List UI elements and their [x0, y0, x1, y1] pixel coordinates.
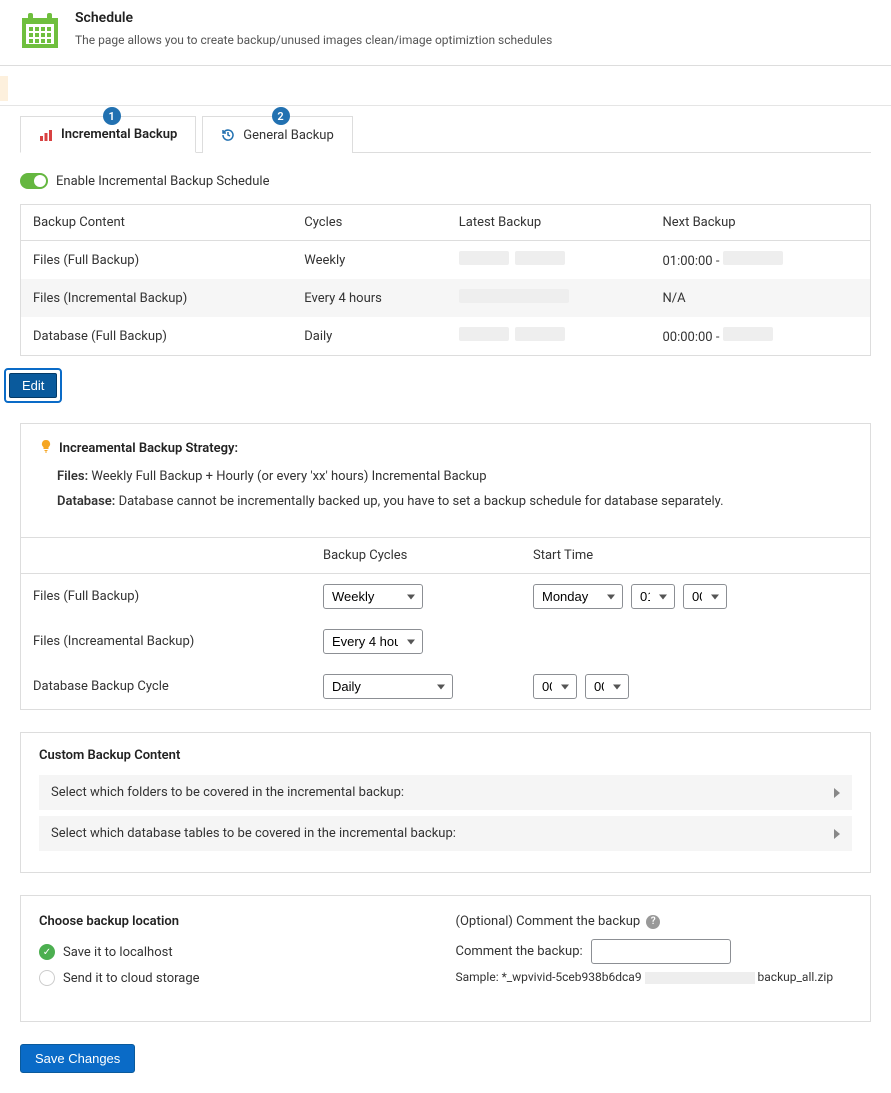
custom-title: Custom Backup Content	[39, 748, 852, 763]
comment-header: (Optional) Comment the backup ?	[456, 914, 853, 929]
backup-location-box: Choose backup location Save it to localh…	[20, 895, 871, 1022]
page-title: Schedule	[75, 10, 552, 26]
comment-label: Comment the backup:	[456, 944, 583, 959]
edit-button[interactable]: Edit	[9, 373, 57, 398]
radio-label: Send it to cloud storage	[63, 971, 200, 986]
comment-input[interactable]	[591, 939, 731, 964]
table-row: Files (Incremental Backup) Every 4 hours…	[21, 279, 871, 317]
radio-unselected-icon	[39, 970, 55, 986]
expand-label: Select which database tables to be cover…	[51, 826, 456, 841]
chevron-right-icon	[834, 829, 840, 839]
radio-selected-icon	[39, 944, 55, 960]
table-row: Database (Full Backup) Daily 00:00:00 -	[21, 317, 871, 356]
expand-folders[interactable]: Select which folders to be covered in th…	[39, 775, 852, 810]
col-latest: Latest Backup	[447, 205, 651, 241]
cell-content: Files (Full Backup)	[21, 241, 293, 280]
cell-next: 01:00:00 -	[650, 241, 870, 280]
radio-cloud[interactable]: Send it to cloud storage	[39, 970, 436, 986]
sample-text: Sample: *_wpvivid-5ceb938b6dca9 backup_a…	[456, 970, 853, 984]
strategy-box: Increamental Backup Strategy: Files: Wee…	[20, 423, 871, 538]
cell-content: Database (Full Backup)	[21, 317, 293, 356]
page-description: The page allows you to create backup/unu…	[75, 32, 552, 49]
files-inc-cycle-select[interactable]: Every 4 hours	[323, 629, 423, 654]
lightbulb-icon	[39, 439, 53, 457]
help-icon[interactable]: ?	[646, 915, 660, 929]
tab-bar: 1 Incremental Backup 2 General Backup	[20, 116, 871, 153]
cell-cycles: Every 4 hours	[292, 279, 447, 317]
tab-badge: 1	[103, 107, 121, 125]
files-full-minute-select[interactable]: 00	[683, 584, 727, 609]
chevron-right-icon	[834, 788, 840, 798]
col-next: Next Backup	[650, 205, 870, 241]
cycles-config: Backup Cycles Start Time Files (Full Bac…	[20, 538, 871, 710]
cycles-row-database: Database Backup Cycle Daily 00 00	[21, 664, 870, 709]
bar-chart-icon	[39, 128, 53, 142]
page-header: Schedule The page allows you to create b…	[0, 0, 891, 66]
tab-general-backup[interactable]: 2 General Backup	[202, 116, 352, 153]
row-label: Database Backup Cycle	[33, 679, 323, 694]
toggle-label: Enable Incremental Backup Schedule	[56, 174, 269, 189]
cycles-row-files-full: Files (Full Backup) Weekly Monday 01 00	[21, 574, 870, 619]
radio-label: Save it to localhost	[63, 945, 173, 960]
start-col-header: Start Time	[533, 548, 858, 563]
calendar-icon	[20, 10, 60, 50]
expand-tables[interactable]: Select which database tables to be cover…	[39, 816, 852, 851]
db-cycle-select[interactable]: Daily	[323, 674, 453, 699]
radio-localhost[interactable]: Save it to localhost	[39, 944, 436, 960]
schedule-table: Backup Content Cycles Latest Backup Next…	[20, 204, 871, 356]
cell-latest	[447, 317, 651, 356]
enable-toggle-row: Enable Incremental Backup Schedule	[20, 173, 871, 189]
history-icon	[221, 128, 235, 142]
cell-latest	[447, 241, 651, 280]
table-row: Files (Full Backup) Weekly 01:00:00 -	[21, 241, 871, 280]
save-changes-button[interactable]: Save Changes	[20, 1044, 135, 1073]
expand-label: Select which folders to be covered in th…	[51, 785, 404, 800]
edit-button-highlight: Edit	[4, 368, 62, 403]
row-label: Files (Increamental Backup)	[33, 634, 323, 649]
files-full-hour-select[interactable]: 01	[631, 584, 675, 609]
notice-bar	[0, 76, 891, 106]
cycles-col-header: Backup Cycles	[323, 548, 533, 563]
files-full-cycle-select[interactable]: Weekly	[323, 584, 423, 609]
files-full-day-select[interactable]: Monday	[533, 584, 623, 609]
cell-content: Files (Incremental Backup)	[21, 279, 293, 317]
tab-label: General Backup	[243, 128, 333, 143]
cell-cycles: Weekly	[292, 241, 447, 280]
tab-badge: 2	[272, 107, 290, 125]
custom-backup-content: Custom Backup Content Select which folde…	[20, 732, 871, 873]
strategy-title: Increamental Backup Strategy:	[39, 439, 852, 457]
cell-next: N/A	[650, 279, 870, 317]
strategy-database: Database: Database cannot be incremental…	[57, 494, 852, 509]
tab-incremental-backup[interactable]: 1 Incremental Backup	[20, 116, 196, 153]
cell-latest	[447, 279, 651, 317]
db-hour-select[interactable]: 00	[533, 674, 577, 699]
db-minute-select[interactable]: 00	[585, 674, 629, 699]
row-label: Files (Full Backup)	[33, 589, 323, 604]
cycles-row-files-inc: Files (Increamental Backup) Every 4 hour…	[21, 619, 870, 664]
tab-label: Incremental Backup	[61, 127, 177, 142]
location-title: Choose backup location	[39, 914, 436, 929]
cell-cycles: Daily	[292, 317, 447, 356]
strategy-files: Files: Weekly Full Backup + Hourly (or e…	[57, 469, 852, 484]
col-cycles: Cycles	[292, 205, 447, 241]
cell-next: 00:00:00 -	[650, 317, 870, 356]
col-content: Backup Content	[21, 205, 293, 241]
enable-incremental-toggle[interactable]	[20, 173, 48, 189]
